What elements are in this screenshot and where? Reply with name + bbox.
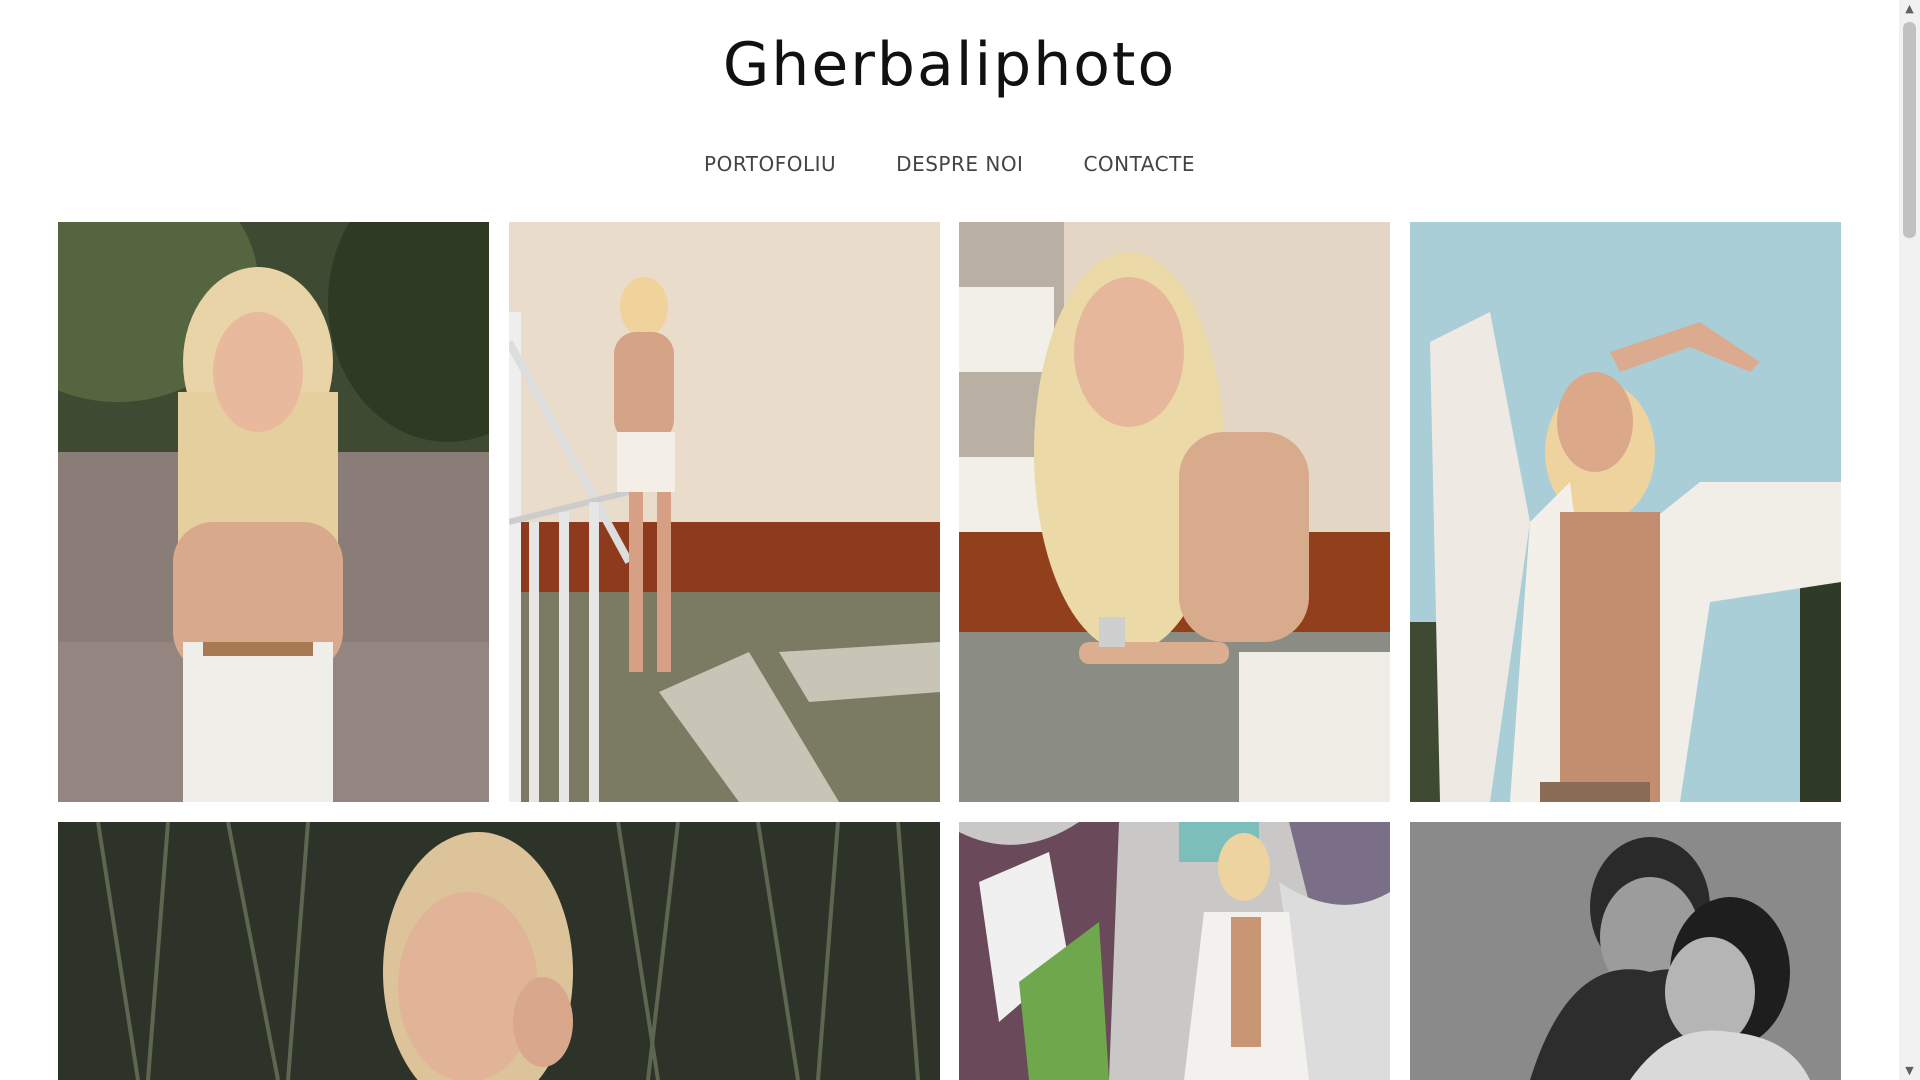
main-nav: PORTOFOLIU DESPRE NOI CONTACTE xyxy=(0,152,1899,176)
photo-image xyxy=(959,822,1390,1080)
gallery-photo[interactable] xyxy=(959,822,1390,1080)
page: Gherbaliphoto PORTOFOLIU DESPRE NOI CONT… xyxy=(0,0,1899,1080)
photo-image xyxy=(509,222,940,802)
photo-image xyxy=(58,222,489,802)
gallery-photo[interactable] xyxy=(1410,222,1841,802)
chevron-down-icon[interactable]: ▼ xyxy=(1899,1062,1920,1080)
photo-image xyxy=(1410,222,1841,802)
gallery-photo[interactable] xyxy=(1410,822,1841,1080)
nav-item-despre-noi[interactable]: DESPRE NOI xyxy=(896,152,1023,176)
gallery-photo[interactable] xyxy=(58,822,940,1080)
gallery-photo[interactable] xyxy=(58,222,489,802)
gallery-photo[interactable] xyxy=(509,222,940,802)
nav-item-portofoliu[interactable]: PORTOFOLIU xyxy=(704,152,836,176)
vertical-scrollbar[interactable]: ▲ ▼ xyxy=(1899,0,1920,1080)
chevron-up-icon[interactable]: ▲ xyxy=(1899,0,1920,18)
gallery-photo[interactable] xyxy=(959,222,1390,802)
site-title[interactable]: Gherbaliphoto xyxy=(0,30,1899,100)
scrollbar-thumb[interactable] xyxy=(1903,22,1916,238)
nav-item-contacte[interactable]: CONTACTE xyxy=(1083,152,1194,176)
photo-image xyxy=(58,822,940,1080)
photo-image xyxy=(959,222,1390,802)
photo-image xyxy=(1410,822,1841,1080)
